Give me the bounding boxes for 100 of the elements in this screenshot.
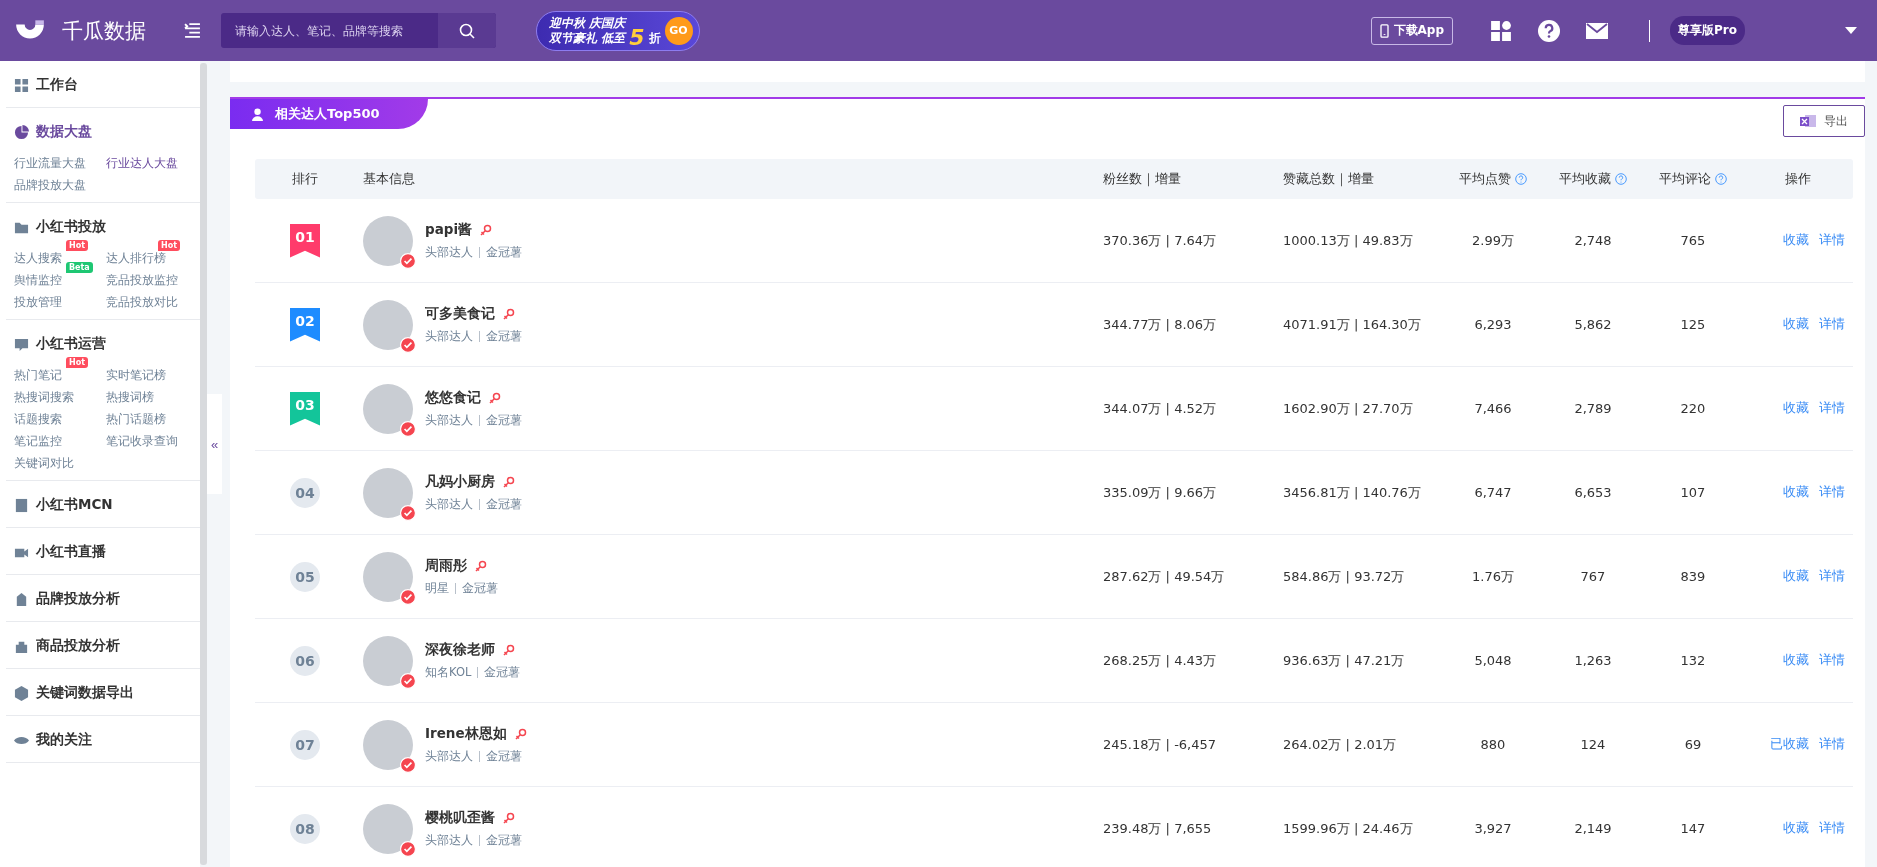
creator-tag: 头部达人 bbox=[425, 833, 473, 848]
sidebar-section[interactable]: 我的关注 bbox=[14, 728, 200, 752]
action-link[interactable]: 已收藏 bbox=[1770, 736, 1809, 753]
sidebar-item[interactable]: 竞品投放对比 bbox=[106, 295, 178, 309]
sidebar-section[interactable]: 小红书MCN bbox=[14, 493, 200, 517]
search-field[interactable]: 请输入达人、笔记、品牌等搜索 bbox=[221, 13, 496, 48]
sidebar-section[interactable]: 小红书投放 bbox=[14, 215, 200, 239]
creator-name[interactable]: 深夜徐老师 bbox=[425, 641, 495, 659]
apps-icon[interactable] bbox=[1490, 19, 1513, 42]
table-cell: 239.48万 | 7,655 bbox=[1103, 819, 1212, 838]
action-link[interactable]: 详情 bbox=[1819, 400, 1845, 417]
sidebar-item[interactable]: 热门话题榜 bbox=[106, 412, 166, 426]
creator-tag: 金冠薯 bbox=[486, 833, 522, 848]
action-link[interactable]: 收藏 bbox=[1783, 652, 1809, 669]
sidebar-item[interactable]: 实时笔记榜 bbox=[106, 368, 166, 382]
action-link[interactable]: 收藏 bbox=[1783, 820, 1809, 837]
table-cell: 220 bbox=[1680, 401, 1706, 416]
table-cell: 7,466 bbox=[1474, 401, 1512, 416]
sidebar-item[interactable]: 投放管理 bbox=[14, 295, 62, 309]
sidebar-item[interactable]: 行业达人大盘 bbox=[106, 156, 178, 170]
action-link[interactable]: 详情 bbox=[1819, 232, 1845, 249]
sidebar-section[interactable]: 商品投放分析 bbox=[14, 634, 200, 658]
verified-icon bbox=[400, 672, 416, 689]
table-cell: 107 bbox=[1680, 485, 1706, 500]
badge: Hot bbox=[66, 240, 88, 251]
sidebar-item[interactable]: 笔记监控 bbox=[14, 434, 62, 448]
table-cell: 6,653 bbox=[1574, 485, 1612, 500]
creator-name[interactable]: 凡妈小厨房 bbox=[425, 473, 495, 491]
sidebar-section[interactable]: 关键词数据导出 bbox=[14, 681, 200, 705]
action-link[interactable]: 收藏 bbox=[1783, 316, 1809, 333]
rank-badge: 04 bbox=[290, 477, 320, 508]
verified-icon bbox=[400, 504, 416, 521]
creator-name[interactable]: 周雨彤 bbox=[425, 557, 467, 575]
rank-badge: 07 bbox=[290, 729, 320, 760]
creator-name[interactable]: papi酱 bbox=[425, 221, 473, 239]
grid-icon bbox=[14, 77, 29, 93]
table-cell: 839 bbox=[1680, 569, 1706, 584]
table-cell: 287.62万 | 49.54万 bbox=[1103, 567, 1225, 586]
table-cell: 5,048 bbox=[1474, 653, 1512, 668]
action-link[interactable]: 详情 bbox=[1819, 484, 1845, 501]
search-input[interactable]: 请输入达人、笔记、品牌等搜索 bbox=[221, 13, 438, 48]
sidebar-section[interactable]: 数据大盘 bbox=[14, 120, 200, 144]
sidebar-item[interactable]: 品牌投放大盘 bbox=[14, 178, 86, 192]
table-cell: 132 bbox=[1680, 653, 1706, 668]
table-cell: 147 bbox=[1680, 821, 1706, 836]
help-icon[interactable] bbox=[1538, 19, 1561, 42]
badge: Beta bbox=[66, 262, 93, 273]
table-cell: 936.63万 | 47.21万 bbox=[1283, 651, 1405, 670]
action-link[interactable]: 详情 bbox=[1819, 736, 1845, 753]
sidebar-item[interactable]: 热搜词搜索 bbox=[14, 390, 74, 404]
action-link[interactable]: 收藏 bbox=[1783, 400, 1809, 417]
promo-text: 双节豪礼 低至 bbox=[549, 30, 626, 46]
action-link[interactable]: 收藏 bbox=[1783, 568, 1809, 585]
badge: Hot bbox=[66, 357, 88, 368]
creator-name[interactable]: 樱桃叽歪酱 bbox=[425, 809, 495, 827]
rank-badge: 05 bbox=[290, 561, 320, 592]
column-header: 操作 bbox=[1785, 170, 1811, 188]
pie-chart-icon bbox=[14, 124, 29, 140]
sidebar-item[interactable]: 话题搜索 bbox=[14, 412, 62, 426]
creator-tag: 头部达人 bbox=[425, 329, 473, 344]
sidebar-section[interactable]: 品牌投放分析 bbox=[14, 587, 200, 611]
spreadsheet-icon bbox=[1800, 114, 1816, 128]
creator-tag: 知名KOL bbox=[425, 665, 472, 680]
creator-name[interactable]: Irene林恩如 bbox=[425, 725, 507, 743]
sidebar-section[interactable]: 小红书直播 bbox=[14, 540, 200, 564]
plan-badge[interactable]: 尊享版Pro bbox=[1670, 16, 1745, 45]
sidebar-item[interactable]: 关键词对比 bbox=[14, 456, 74, 470]
action-link[interactable]: 收藏 bbox=[1783, 232, 1809, 249]
table-cell: 2,789 bbox=[1574, 401, 1612, 416]
table-cell: 5,862 bbox=[1574, 317, 1612, 332]
sidebar-section[interactable]: 小红书运营 bbox=[14, 332, 200, 356]
collapse-button[interactable]: « bbox=[207, 394, 222, 494]
brand-name: 千瓜数据 bbox=[62, 17, 146, 45]
action-link[interactable]: 详情 bbox=[1819, 820, 1845, 837]
sidebar-section[interactable]: 工作台 bbox=[14, 73, 200, 97]
sidebar-item[interactable]: 热门笔记 bbox=[14, 368, 62, 382]
action-link[interactable]: 详情 bbox=[1819, 568, 1845, 585]
search-button[interactable] bbox=[438, 13, 496, 48]
action-link[interactable]: 收藏 bbox=[1783, 484, 1809, 501]
creator-name[interactable]: 悠悠食记 bbox=[425, 389, 481, 407]
sidebar-item[interactable]: 笔记收录查询 bbox=[106, 434, 178, 448]
person-icon bbox=[252, 107, 263, 121]
sidebar-item[interactable]: 达人搜索 bbox=[14, 251, 62, 265]
action-link[interactable]: 详情 bbox=[1819, 652, 1845, 669]
sidebar-item[interactable]: 行业流量大盘 bbox=[14, 156, 86, 170]
sidebar-item[interactable]: 热搜词榜 bbox=[106, 390, 154, 404]
caret-icon[interactable] bbox=[1845, 27, 1857, 34]
sidebar-item[interactable]: 竞品投放监控 bbox=[106, 273, 178, 287]
creator-name[interactable]: 可多美食记 bbox=[425, 305, 495, 323]
creator-tag: 金冠薯 bbox=[486, 749, 522, 764]
action-link[interactable]: 详情 bbox=[1819, 316, 1845, 333]
table-cell: 6,747 bbox=[1474, 485, 1512, 500]
rank-badge: 06 bbox=[290, 645, 320, 676]
export-button[interactable]: 导出 bbox=[1783, 105, 1865, 137]
sidebar-item[interactable]: 达人排行榜 bbox=[106, 251, 166, 265]
table-cell: 2,748 bbox=[1574, 233, 1612, 248]
menu-icon[interactable] bbox=[184, 23, 201, 38]
scrollbar[interactable] bbox=[200, 63, 207, 865]
sidebar-item[interactable]: 舆情监控 bbox=[14, 273, 62, 287]
download-app-button[interactable]: 下载App bbox=[1370, 16, 1454, 45]
